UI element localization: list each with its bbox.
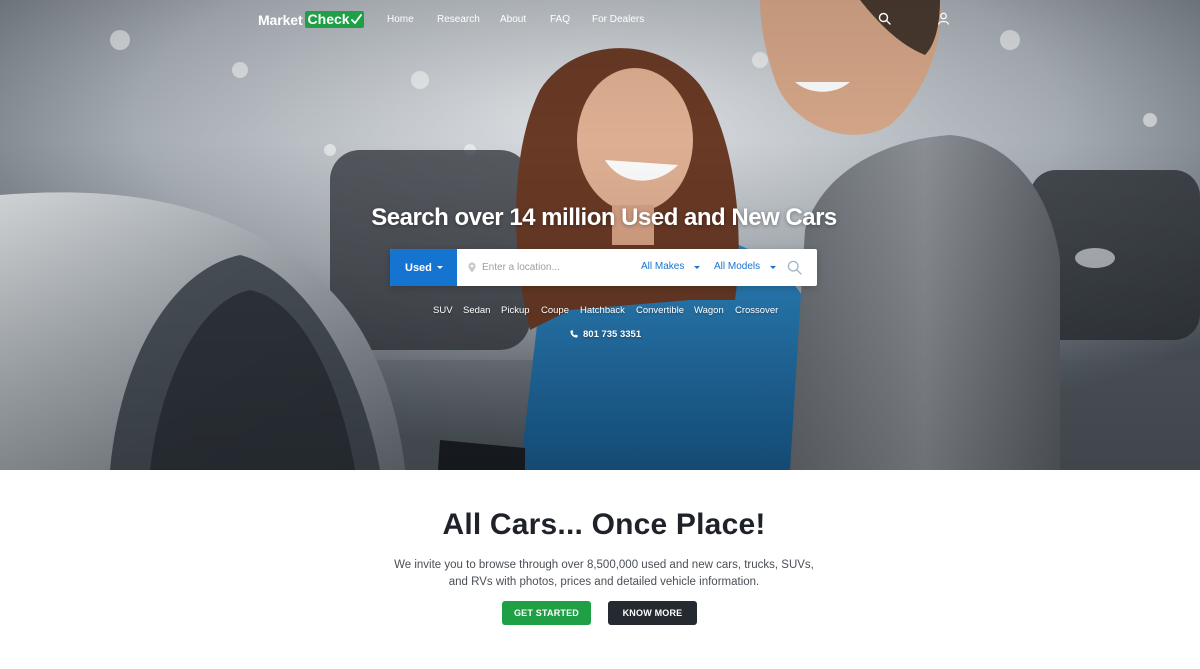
- logo-text-check: Check: [304, 11, 364, 28]
- body-type-coupe[interactable]: Coupe: [541, 305, 569, 316]
- body-type-convertible[interactable]: Convertible: [636, 305, 684, 316]
- top-nav: Market Check Home Research About FAQ For…: [0, 0, 1200, 40]
- body-type-suv[interactable]: SUV: [433, 305, 453, 316]
- condition-dropdown[interactable]: Used: [390, 249, 457, 286]
- body-type-hatchback[interactable]: Hatchback: [580, 305, 625, 316]
- condition-label: Used: [405, 261, 432, 274]
- body-type-pickup[interactable]: Pickup: [501, 305, 530, 316]
- model-label: All Models: [714, 261, 761, 272]
- caret-down-icon: [694, 266, 700, 269]
- nav-about[interactable]: About: [500, 14, 526, 25]
- search-icon[interactable]: [878, 12, 891, 25]
- get-started-button[interactable]: GET STARTED: [502, 601, 591, 625]
- hero-overlay: [0, 0, 1200, 470]
- logo-text-market: Market: [258, 11, 303, 28]
- section-description-line2: and RVs with photos, prices and detailed…: [448, 576, 760, 588]
- phone-number: 801 735 3351: [583, 328, 642, 340]
- body-type-wagon[interactable]: Wagon: [694, 305, 724, 316]
- search-submit-icon[interactable]: [787, 260, 802, 275]
- user-icon[interactable]: [937, 12, 950, 25]
- nav-faq[interactable]: FAQ: [550, 14, 570, 25]
- make-label: All Makes: [641, 261, 685, 272]
- caret-down-icon: [770, 266, 776, 269]
- caret-down-icon: [437, 266, 443, 269]
- location-pin-icon: [468, 262, 476, 273]
- hero-headline: Search over 14 million Used and New Cars: [371, 204, 837, 231]
- location-input[interactable]: [482, 257, 622, 278]
- body-type-crossover[interactable]: Crossover: [735, 305, 778, 316]
- logo-text-check-label: Check: [307, 11, 350, 27]
- checkmark-icon: [350, 14, 362, 25]
- section-title: All Cars... Once Place!: [442, 508, 766, 541]
- logo[interactable]: Market Check: [258, 11, 364, 28]
- nav-home[interactable]: Home: [387, 14, 414, 25]
- body-type-links: SUV Sedan Pickup Coupe Hatchback Convert…: [0, 305, 1200, 319]
- know-more-button[interactable]: KNOW MORE: [608, 601, 697, 625]
- body-type-sedan[interactable]: Sedan: [463, 305, 490, 316]
- section-description: We invite you to browse through over 8,5…: [380, 557, 828, 591]
- make-dropdown[interactable]: All Makes: [641, 261, 700, 272]
- hero-banner: Market Check Home Research About FAQ For…: [0, 0, 1200, 470]
- phone-icon: [570, 330, 578, 338]
- phone-link[interactable]: 801 735 3351: [570, 327, 641, 341]
- search-bar: Used All Makes All Models: [390, 249, 817, 286]
- model-dropdown[interactable]: All Models: [714, 261, 776, 272]
- section-description-line1: We invite you to browse through over 8,5…: [394, 559, 814, 571]
- nav-research[interactable]: Research: [437, 14, 480, 25]
- nav-for-dealers[interactable]: For Dealers: [592, 14, 644, 25]
